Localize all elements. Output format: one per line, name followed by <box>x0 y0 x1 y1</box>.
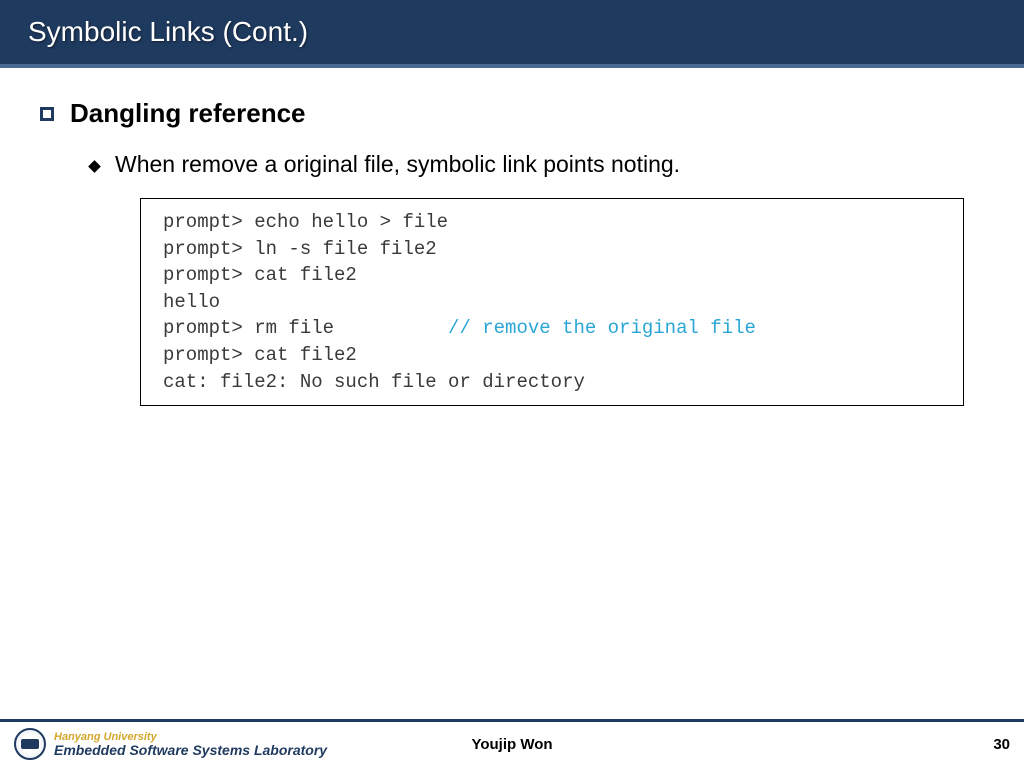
sub-bullet-text: When remove a original file, symbolic li… <box>115 151 680 178</box>
code-line: prompt> echo hello > file <box>163 211 448 233</box>
code-comment: // remove the original file <box>448 317 756 339</box>
slide-header: Symbolic Links (Cont.) <box>0 0 1024 68</box>
logo-inner-shape <box>21 739 39 749</box>
code-block: prompt> echo hello > file prompt> ln -s … <box>140 198 964 406</box>
diamond-bullet-icon <box>88 160 101 173</box>
sub-bullet-row: When remove a original file, symbolic li… <box>90 151 984 178</box>
code-line: cat: file2: No such file or directory <box>163 371 585 393</box>
bullet-square-icon <box>40 107 54 121</box>
code-line: prompt> rm file <box>163 317 448 339</box>
footer-author: Youjip Won <box>471 736 552 753</box>
code-line: hello <box>163 291 220 313</box>
page-number: 30 <box>993 736 1010 753</box>
slide-content: Dangling reference When remove a origina… <box>0 68 1024 406</box>
code-line: prompt> cat file2 <box>163 264 357 286</box>
university-logo-icon <box>14 728 46 760</box>
code-line: prompt> ln -s file file2 <box>163 238 437 260</box>
heading-row: Dangling reference <box>40 98 984 129</box>
code-line: prompt> cat file2 <box>163 344 357 366</box>
section-heading: Dangling reference <box>70 98 306 129</box>
slide-footer: Hanyang University Embedded Software Sys… <box>0 719 1024 768</box>
logo-text-group: Hanyang University Embedded Software Sys… <box>54 732 327 757</box>
slide-title: Symbolic Links (Cont.) <box>28 16 308 47</box>
university-name: Hanyang University <box>54 732 327 743</box>
lab-name: Embedded Software Systems Laboratory <box>54 743 327 757</box>
footer-left: Hanyang University Embedded Software Sys… <box>14 728 327 760</box>
